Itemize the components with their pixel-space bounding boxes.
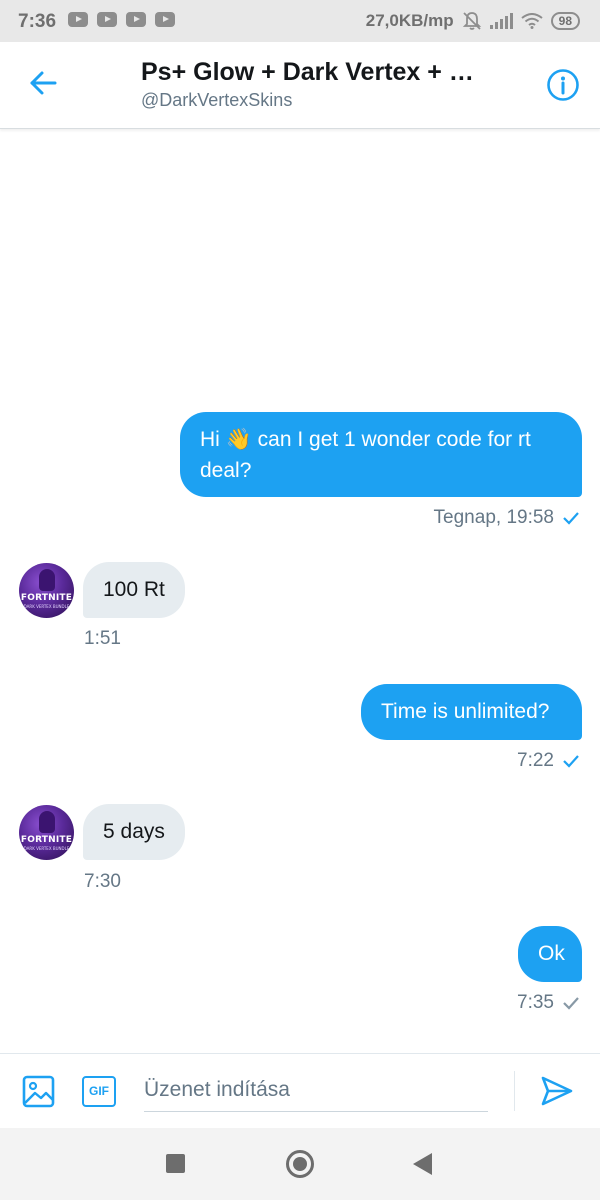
youtube-icon bbox=[155, 12, 175, 27]
status-bar: 7:36 27,0KB/mp 98 bbox=[0, 0, 600, 42]
youtube-icon bbox=[68, 12, 88, 27]
avatar-subtitle: DARK VERTEX BUNDLE bbox=[23, 604, 70, 609]
message-meta: Tegnap, 19:58 bbox=[434, 507, 580, 529]
message-meta: 7:22 bbox=[517, 750, 580, 772]
message-time: 7:30 bbox=[84, 871, 121, 892]
gif-button[interactable]: GIF bbox=[82, 1076, 116, 1107]
youtube-icon bbox=[97, 12, 117, 27]
status-time: 7:36 bbox=[18, 11, 57, 32]
status-right: 27,0KB/mp 98 bbox=[366, 11, 580, 31]
message-bubble-incoming[interactable]: 100 Rt bbox=[83, 562, 185, 618]
wifi-icon bbox=[521, 13, 543, 29]
conversation-title: Ps+ Glow + Dark Vertex + … bbox=[141, 58, 474, 86]
avatar[interactable]: FORTNITE DARK VERTEX BUNDLE bbox=[19, 805, 74, 860]
avatar-figure bbox=[39, 569, 55, 591]
avatar-logo-text: FORTNITE bbox=[20, 593, 73, 603]
message-time: Tegnap, 19:58 bbox=[433, 507, 554, 528]
message-time: 1:51 bbox=[84, 628, 121, 649]
message-meta: 1:51 bbox=[84, 628, 121, 650]
message-time: 7:35 bbox=[517, 992, 554, 1013]
composer-divider bbox=[514, 1071, 515, 1111]
back-triangle-icon[interactable] bbox=[413, 1153, 432, 1175]
avatar-figure bbox=[39, 811, 55, 833]
message-meta: 7:35 bbox=[517, 992, 580, 1014]
bell-off-icon bbox=[462, 12, 481, 30]
message-composer: GIF bbox=[0, 1053, 600, 1128]
message-bubble-outgoing[interactable]: Time is unlimited? bbox=[361, 684, 582, 740]
message-time: 7:22 bbox=[517, 750, 554, 771]
conversation-header: Ps+ Glow + Dark Vertex + … @DarkVertexSk… bbox=[0, 42, 600, 129]
image-icon[interactable] bbox=[22, 1075, 55, 1108]
check-read-icon bbox=[563, 512, 579, 525]
notification-icons bbox=[68, 12, 175, 27]
recents-icon[interactable] bbox=[166, 1154, 185, 1173]
signal-icon bbox=[489, 13, 513, 29]
check-read-icon bbox=[563, 755, 579, 768]
arrow-left-icon[interactable] bbox=[26, 66, 60, 100]
system-navigation-bar bbox=[0, 1128, 600, 1200]
avatar-logo-text: FORTNITE bbox=[20, 835, 73, 845]
send-icon[interactable] bbox=[540, 1074, 574, 1108]
info-icon[interactable] bbox=[546, 68, 580, 102]
conversation-handle: @DarkVertexSkins bbox=[141, 90, 293, 110]
check-sent-icon bbox=[563, 997, 579, 1010]
youtube-icon bbox=[126, 12, 146, 27]
home-icon[interactable] bbox=[286, 1150, 314, 1178]
battery-indicator: 98 bbox=[550, 12, 580, 30]
message-meta: 7:30 bbox=[84, 871, 121, 893]
message-input[interactable] bbox=[144, 1068, 488, 1112]
conversation-title-block[interactable]: Ps+ Glow + Dark Vertex + … @DarkVertexSk… bbox=[141, 58, 531, 111]
message-bubble-outgoing[interactable]: Ok bbox=[518, 926, 582, 982]
avatar-subtitle: DARK VERTEX BUNDLE bbox=[23, 846, 70, 851]
avatar[interactable]: FORTNITE DARK VERTEX BUNDLE bbox=[19, 563, 74, 618]
message-bubble-outgoing[interactable]: Hi 👋 can I get 1 wonder code for rt deal… bbox=[180, 412, 582, 497]
message-bubble-incoming[interactable]: 5 days bbox=[83, 804, 185, 860]
network-speed: 27,0KB/mp bbox=[365, 11, 454, 30]
